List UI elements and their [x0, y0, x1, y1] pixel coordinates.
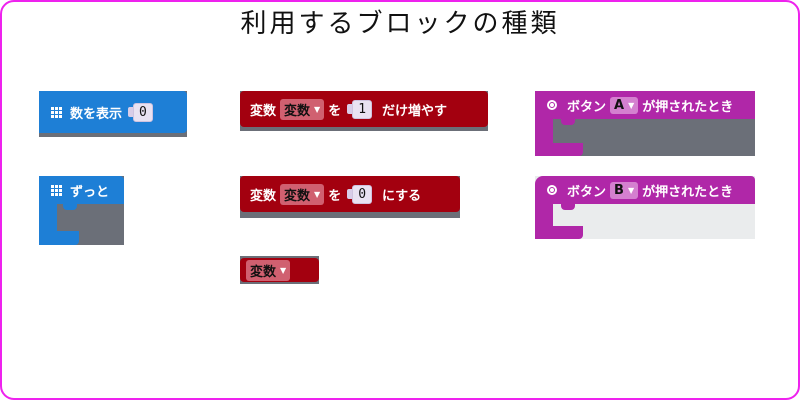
page-title: 利用するブロックの種類 [240, 9, 560, 39]
button-b-snippet: ボタン B ▼ が押されたとき [535, 176, 755, 239]
grid-icon [51, 184, 62, 196]
forever-snippet: ずっと [39, 176, 124, 245]
dropdown-arrow-icon: ▼ [628, 100, 635, 110]
variable-reporter-snippet: 変数 ▼ [240, 256, 319, 284]
change-variable-block[interactable]: 変数 変数 ▼ を 1 だけ増やす [240, 91, 488, 127]
block-notch [63, 204, 77, 210]
number-input[interactable]: 1 [347, 99, 373, 119]
radio-icon [547, 100, 557, 110]
button-b-tail: が押されたとき [642, 184, 734, 200]
button-a-snippet: ボタン A ▼ が押されたとき [535, 91, 755, 156]
change-var-tail: だけ増やす [382, 103, 448, 119]
variable-dropdown[interactable]: 変数 ▼ [280, 183, 325, 205]
button-b-label: ボタン [567, 184, 607, 200]
forever-label: ずっと [70, 184, 110, 200]
button-a-label: ボタン [567, 99, 607, 115]
button-b-event-block[interactable]: ボタン B ▼ が押されたとき [535, 176, 755, 204]
set-variable-block[interactable]: 変数 変数 ▼ を 0 にする [240, 176, 460, 212]
number-input[interactable]: 0 [347, 184, 373, 204]
set-var-snippet: 変数 変数 ▼ を 0 にする [240, 176, 460, 218]
set-var-mid: を [328, 188, 342, 204]
dropdown-arrow-icon: ▼ [627, 185, 635, 195]
variable-reporter-block[interactable]: 変数 ▼ [240, 258, 319, 282]
grid-icon [51, 106, 62, 118]
button-b-c-bottom [535, 226, 583, 239]
dropdown-arrow-icon: ▼ [314, 104, 321, 114]
dropdown-arrow-icon: ▼ [280, 265, 287, 275]
show-number-snippet: 数を表示 0 [39, 91, 187, 137]
set-var-tail: にする [382, 188, 422, 204]
button-a-c-bottom [535, 143, 583, 156]
button-a-event-block[interactable]: ボタン A ▼ が押されたとき [535, 91, 755, 119]
button-dropdown[interactable]: A ▼ [610, 96, 639, 114]
show-number-block[interactable]: 数を表示 0 [39, 91, 187, 133]
block-notch [561, 204, 575, 210]
block-notch [561, 119, 575, 125]
button-dropdown[interactable]: B ▼ [610, 181, 639, 199]
change-var-mid: を [328, 103, 342, 119]
forever-block[interactable]: ずっと [39, 176, 124, 204]
forever-c-bottom [39, 231, 79, 245]
number-input[interactable]: 0 [128, 102, 153, 122]
change-var-label: 変数 [250, 103, 277, 119]
radio-icon [547, 185, 557, 195]
variable-dropdown[interactable]: 変数 ▼ [280, 98, 325, 120]
button-a-tail: が押されたとき [642, 99, 734, 115]
show-number-label: 数を表示 [70, 106, 123, 122]
variable-dropdown[interactable]: 変数 ▼ [246, 259, 291, 281]
dropdown-arrow-icon: ▼ [314, 189, 321, 199]
set-var-label: 変数 [250, 188, 277, 204]
change-var-snippet: 変数 変数 ▼ を 1 だけ増やす [240, 91, 488, 131]
